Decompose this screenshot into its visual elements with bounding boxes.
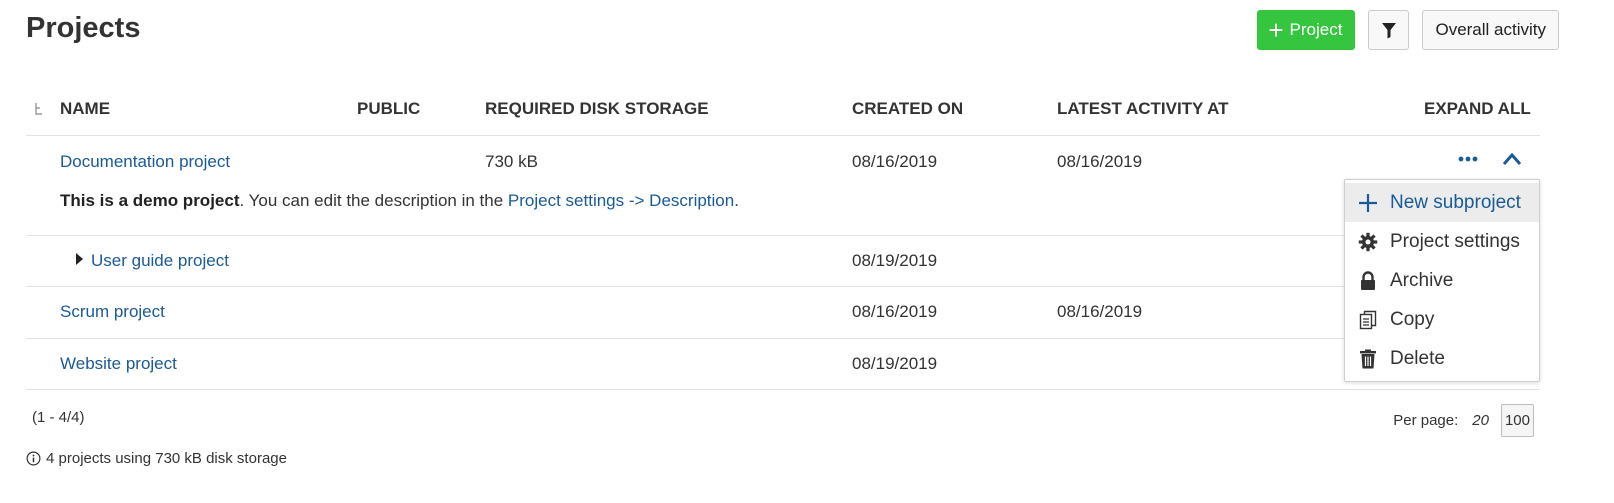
menu-item-label: New subproject [1390, 191, 1521, 213]
description-text: . You can edit the description in the [239, 191, 508, 210]
project-name-link[interactable]: Website project [60, 354, 177, 374]
storage-summary-text: 4 projects using 730 kB disk storage [46, 450, 287, 467]
gear-icon [1357, 231, 1379, 253]
table-row: Scrum project 08/16/2019 08/16/2019 [26, 287, 1540, 339]
storage-summary: 4 projects using 730 kB disk storage [26, 450, 287, 467]
menu-item-label: Archive [1390, 269, 1454, 291]
latest-activity-value: 08/16/2019 [1057, 152, 1143, 171]
per-page-option-100[interactable]: 100 [1500, 404, 1534, 437]
project-name-link[interactable]: User guide project [91, 251, 229, 270]
created-on-value: 08/19/2019 [852, 251, 938, 270]
menu-item-label: Copy [1390, 308, 1435, 330]
per-page-option-20[interactable]: 20 [1472, 412, 1489, 429]
page-title: Projects [26, 12, 141, 44]
menu-item-label: Project settings [1390, 230, 1520, 252]
toolbar: + Project Overall activity [1257, 10, 1559, 50]
table-row: User guide project 08/19/2019 [26, 236, 1540, 287]
per-page-selector: Per page: 20 100 [1393, 404, 1534, 437]
plus-icon: + [1268, 15, 1284, 45]
subproject-entry: User guide project [76, 251, 229, 271]
trash-icon [1357, 348, 1379, 370]
add-project-button[interactable]: + Project [1257, 10, 1356, 50]
project-name-link[interactable]: Documentation project [60, 152, 230, 172]
table-row: Website project 08/19/2019 [26, 339, 1540, 390]
more-options-icon[interactable] [1458, 156, 1478, 162]
column-header-public[interactable]: PUBLIC [357, 99, 420, 119]
info-icon [26, 451, 41, 466]
description-bold: This is a demo project [60, 191, 240, 210]
created-on-value: 08/16/2019 [852, 302, 938, 321]
copy-icon [1357, 309, 1379, 331]
disk-storage-value: 730 kB [485, 152, 538, 171]
row-actions [1458, 152, 1522, 166]
project-context-menu: New subproject Project settings Archive … [1344, 179, 1540, 382]
latest-activity-value: 08/16/2019 [1057, 302, 1143, 321]
menu-item-delete[interactable]: Delete [1345, 339, 1539, 378]
menu-item-new-subproject[interactable]: New subproject [1345, 183, 1539, 222]
table-row: Documentation project 730 kB 08/16/2019 … [26, 136, 1540, 236]
menu-item-project-settings[interactable]: Project settings [1345, 222, 1539, 261]
description-end: . [734, 191, 739, 210]
filter-button[interactable] [1368, 10, 1410, 50]
created-on-value: 08/16/2019 [852, 152, 938, 171]
expand-caret-icon[interactable] [76, 253, 83, 265]
column-header-created-on[interactable]: CREATED ON [852, 99, 963, 119]
plus-icon [1357, 192, 1379, 214]
description-settings-link[interactable]: Project settings -> Description [508, 191, 734, 210]
projects-table: NAME PUBLIC REQUIRED DISK STORAGE CREATE… [26, 86, 1540, 390]
menu-item-archive[interactable]: Archive [1345, 261, 1539, 300]
per-page-label: Per page: [1393, 412, 1459, 429]
created-on-value: 08/19/2019 [852, 354, 938, 373]
column-header-latest-activity[interactable]: LATEST ACTIVITY AT [1057, 99, 1229, 119]
hierarchy-icon[interactable] [34, 102, 44, 116]
menu-item-copy[interactable]: Copy [1345, 300, 1539, 339]
overall-activity-button[interactable]: Overall activity [1422, 10, 1559, 50]
lock-icon [1357, 270, 1379, 292]
column-header-disk-storage[interactable]: REQUIRED DISK STORAGE [485, 99, 709, 119]
chevron-up-icon[interactable] [1502, 152, 1522, 166]
add-project-label: Project [1289, 20, 1343, 39]
menu-item-label: Delete [1390, 347, 1445, 369]
pagination-info: (1 - 4/4) [32, 409, 85, 426]
column-header-name[interactable]: NAME [60, 99, 110, 119]
table-header: NAME PUBLIC REQUIRED DISK STORAGE CREATE… [26, 86, 1540, 136]
project-name-link[interactable]: Scrum project [60, 302, 165, 322]
filter-icon [1381, 22, 1396, 38]
expand-all-link[interactable]: EXPAND ALL [1424, 99, 1531, 119]
project-description: This is a demo project. You can edit the… [60, 191, 739, 211]
